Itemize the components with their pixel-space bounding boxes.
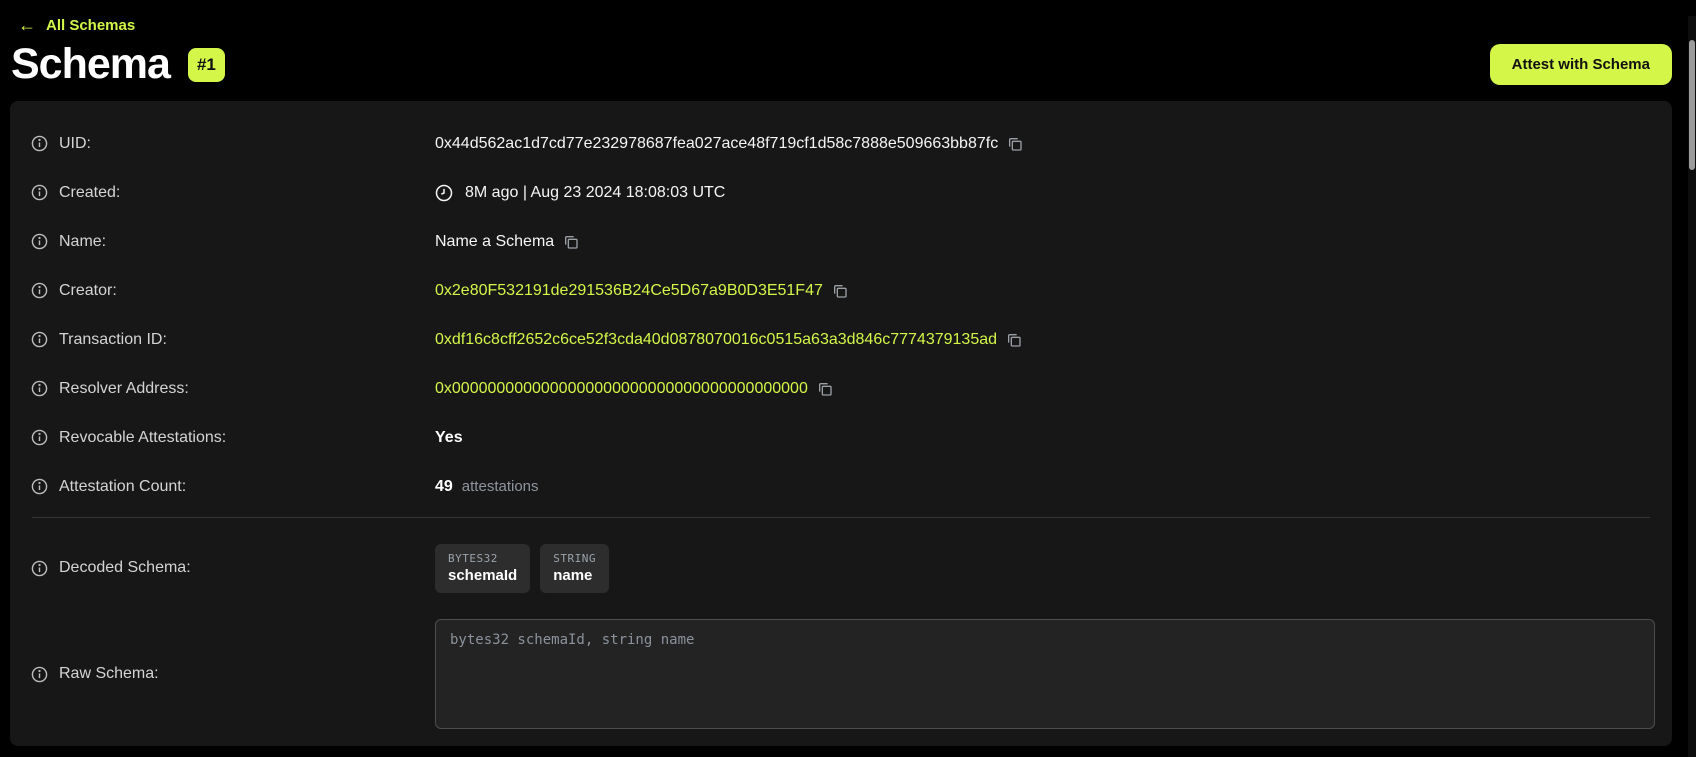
row-label-created: Created: [59, 184, 120, 202]
decoded-schema-fields: BYTES32 schemaId STRING name [435, 544, 609, 593]
copy-icon[interactable] [1007, 136, 1023, 152]
info-icon [31, 135, 48, 152]
detail-row-raw-schema: Raw Schema: bytes32 schemaId, string nam… [10, 616, 1672, 732]
raw-schema-textarea[interactable]: bytes32 schemaId, string name [435, 619, 1655, 729]
detail-row-transaction-id: Transaction ID: 0xdf16c8cff2652c6ce52f3c… [10, 315, 1672, 364]
scrollbar-track[interactable] [1688, 16, 1696, 757]
clock-icon [435, 184, 453, 202]
row-label-decoded-schema: Decoded Schema: [59, 559, 191, 577]
schema-number-badge: #1 [188, 48, 225, 82]
field-name: schemaId [448, 567, 517, 584]
row-label-revocable: Revocable Attestations: [59, 429, 226, 447]
info-icon [31, 184, 48, 201]
field-type: BYTES32 [448, 552, 517, 565]
detail-row-creator: Creator: 0x2e80F532191de291536B24Ce5D67a… [10, 266, 1672, 315]
uid-value: 0x44d562ac1d7cd77e232978687fea027ace48f7… [435, 135, 998, 153]
info-icon [31, 331, 48, 348]
creator-address-link[interactable]: 0x2e80F532191de291536B24Ce5D67a9B0D3E51F… [435, 282, 823, 300]
info-icon [31, 429, 48, 446]
schema-field-chip: BYTES32 schemaId [435, 544, 530, 593]
row-label-uid: UID: [59, 135, 91, 153]
copy-icon[interactable] [563, 234, 579, 250]
back-to-all-schemas-link[interactable]: ← All Schemas [18, 16, 135, 34]
row-label-name: Name: [59, 233, 106, 251]
row-label-creator: Creator: [59, 282, 117, 300]
attestation-count-value: 49 [435, 478, 453, 496]
row-label-raw-schema: Raw Schema: [59, 665, 159, 683]
row-label-resolver-address: Resolver Address: [59, 380, 189, 398]
field-name: name [553, 567, 596, 584]
schema-field-chip: STRING name [540, 544, 609, 593]
row-label-transaction-id: Transaction ID: [59, 331, 167, 349]
detail-row-attestation-count: Attestation Count: 49 attestations [10, 462, 1672, 511]
copy-icon[interactable] [832, 283, 848, 299]
info-icon [31, 282, 48, 299]
title-bar: Schema #1 Attest with Schema [11, 40, 1672, 89]
created-value: 8M ago | Aug 23 2024 18:08:03 UTC [465, 184, 725, 202]
info-icon [31, 478, 48, 495]
info-icon [31, 560, 48, 577]
back-link-label: All Schemas [46, 17, 135, 34]
detail-row-resolver-address: Resolver Address: 0x00000000000000000000… [10, 364, 1672, 413]
detail-row-uid: UID: 0x44d562ac1d7cd77e232978687fea027ac… [10, 119, 1672, 168]
detail-row-revocable: Revocable Attestations: Yes [10, 413, 1672, 462]
info-icon [31, 233, 48, 250]
transaction-id-link[interactable]: 0xdf16c8cff2652c6ce52f3cda40d0878070016c… [435, 331, 997, 349]
section-divider [32, 517, 1650, 518]
detail-row-name: Name: Name a Schema [10, 217, 1672, 266]
attest-with-schema-button[interactable]: Attest with Schema [1490, 44, 1672, 85]
schema-details-panel: UID: 0x44d562ac1d7cd77e232978687fea027ac… [10, 101, 1672, 746]
info-icon [31, 380, 48, 397]
info-icon [31, 666, 48, 683]
revocable-value: Yes [435, 429, 463, 447]
page-title: Schema [11, 40, 170, 89]
resolver-address-link[interactable]: 0x00000000000000000000000000000000000000… [435, 380, 808, 398]
copy-icon[interactable] [817, 381, 833, 397]
scrollbar-thumb[interactable] [1689, 40, 1695, 170]
name-value: Name a Schema [435, 233, 554, 251]
row-label-attestation-count: Attestation Count: [59, 478, 186, 496]
copy-icon[interactable] [1006, 332, 1022, 348]
back-arrow-icon: ← [18, 16, 36, 34]
field-type: STRING [553, 552, 596, 565]
detail-row-created: Created: 8M ago | Aug 23 2024 18:08:03 U… [10, 168, 1672, 217]
attestations-link[interactable]: attestations [462, 478, 539, 495]
detail-row-decoded-schema: Decoded Schema: BYTES32 schemaId STRING … [10, 524, 1672, 612]
